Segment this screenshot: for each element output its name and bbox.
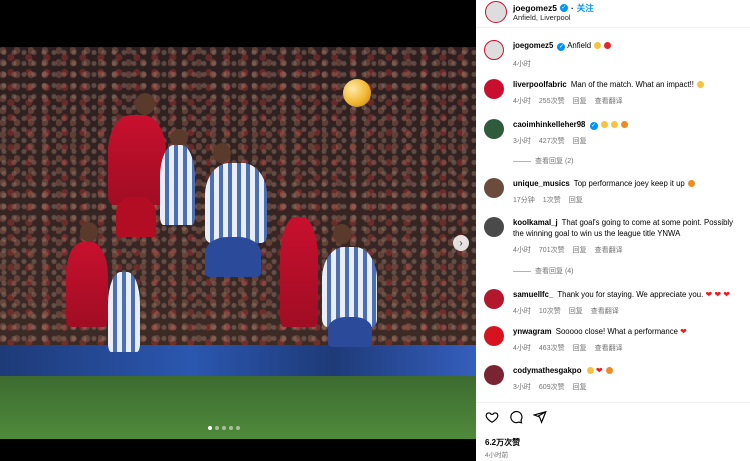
fire-emoji-icon [687,180,695,187]
comment-username[interactable]: ynwagram [513,327,552,336]
comment-username[interactable]: liverpoolfabric [513,80,567,89]
divider [476,402,750,403]
advertising-board [0,344,476,377]
fire-emoji-icon [605,367,613,374]
post-location[interactable]: Anfield, Liverpool [513,13,571,22]
player-blue-shorts [328,317,372,347]
player-red-jumping [108,115,166,205]
reply-button[interactable]: 回复 [573,136,587,146]
caption-time: 4小时 [513,61,531,68]
reply-button[interactable]: 回复 [573,343,587,353]
comment-avatar[interactable] [484,79,504,99]
fire-emoji-icon [621,121,629,128]
comment-username[interactable]: caoimhinkelleher98 [513,120,585,129]
player-blue-shorts [205,237,261,277]
smile-emoji-icon [586,367,594,374]
comment-meta: 4小时 10次赞 回复 查看翻译 [513,306,619,316]
carousel-dot [229,426,233,430]
heart-emoji-icon: ❤ [595,366,603,375]
match-photo [0,47,476,439]
carousel-dot [215,426,219,430]
heart-emoji-icon: ❤ [680,327,687,336]
comment-meta: 4小时 255次赞 回复 查看翻译 [513,96,623,106]
verified-icon: ✓ [557,43,566,51]
player-red-right [280,217,318,327]
player-head [80,222,98,242]
comment-avatar[interactable] [484,119,504,139]
clap-emoji-icon [610,121,618,128]
post-actions [485,410,547,424]
view-replies-button[interactable]: 查看回复 (4) [513,266,574,276]
player-head [213,143,231,163]
comment-text: Man of the match. What an impact!! [570,80,694,89]
author-avatar[interactable] [485,1,507,23]
comment-username[interactable]: koolkamal_j [513,218,558,227]
post-time: 4小时前 [485,452,509,459]
verified-icon: ✓ [559,4,568,12]
comment-username[interactable]: unique_musics [513,179,570,188]
player-red-shorts [116,197,156,237]
comment-text: Sooooo close! What a performance [555,327,678,336]
red-circle-emoji-icon [604,42,612,49]
heart-icon[interactable] [485,410,499,424]
caption-username[interactable]: joegomez5 [513,41,553,50]
player-red-left [66,242,108,327]
player-white-left [108,272,140,352]
comment-text: Top performance joey keep it up [573,179,685,188]
post-header: joegomez5 ✓ · 关注 Anfield, Liverpool [476,0,750,28]
comment-text: Thank you for staying. We appreciate you… [557,290,704,299]
chevron-right-icon: › [459,237,463,249]
comment-username[interactable]: codymathesgakpo [513,366,581,375]
reply-button[interactable]: 回复 [573,245,587,255]
follow-button[interactable]: 关注 [577,2,594,14]
player-white-right [322,247,377,327]
reply-button[interactable]: 回复 [569,195,583,205]
player-white-jumping [160,145,195,225]
translate-button[interactable]: 查看翻译 [595,245,623,255]
view-replies-button[interactable]: 查看回复 (2) [513,156,574,166]
reply-button[interactable]: 回复 [573,382,587,392]
comment-avatar[interactable] [484,289,504,309]
likes-count[interactable]: 6.2万次赞 [485,437,520,448]
comment-meta: 4小时 701次赞 回复 查看翻译 [513,245,623,255]
hands-emoji-icon [697,81,705,88]
comment-avatar[interactable] [484,365,504,385]
comment-username[interactable]: samuellfc_ [513,290,553,299]
comment-avatar[interactable] [484,178,504,198]
author-username[interactable]: joegomez5 [513,3,557,13]
carousel-dots [208,426,240,430]
hand-emoji-icon [594,42,602,49]
caption-meta: 4小时 [513,59,531,69]
player-head [135,93,155,115]
translate-button[interactable]: 查看翻译 [595,343,623,353]
carousel-dot [208,426,212,430]
caption-text: joegomez5 ✓ Anfield [513,41,745,52]
translate-button[interactable]: 查看翻译 [595,96,623,106]
comment-meta: 3小时 427次赞 回复 [513,136,587,146]
comment-avatar[interactable] [484,217,504,237]
author-avatar[interactable] [484,40,504,60]
comment-icon[interactable] [509,410,523,424]
share-icon[interactable] [533,410,547,424]
comment-meta: 4小时 463次赞 回复 查看翻译 [513,343,623,353]
comment-meta: 3小时 609次赞 回复 [513,382,587,392]
heart-emoji-icon: ❤ [723,290,730,299]
translate-button[interactable]: 查看翻译 [591,306,619,316]
carousel-dot [236,426,240,430]
heart-emoji-icon: ❤ [705,290,713,299]
reply-button[interactable]: 回复 [573,96,587,106]
clap-emoji-icon [600,121,608,128]
post-media: › [0,0,476,461]
player-head [333,224,351,244]
carousel-next-button[interactable]: › [453,235,469,251]
player-white-center [205,163,267,243]
verified-icon: ✓ [589,122,598,130]
post-side-panel: joegomez5 ✓ · 关注 Anfield, Liverpool joeg… [476,0,750,461]
comment-avatar[interactable] [484,326,504,346]
comment-meta: 17分钟 1次赞 回复 [513,195,583,205]
heart-emoji-icon: ❤ [714,290,722,299]
football [343,79,371,107]
reply-button[interactable]: 回复 [569,306,583,316]
carousel-dot [222,426,226,430]
